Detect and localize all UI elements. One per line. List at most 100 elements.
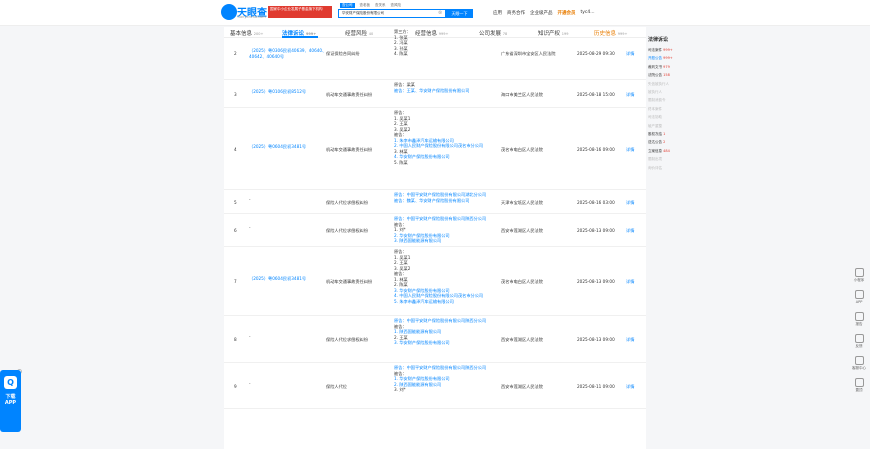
detail-link[interactable]: 详情 [626, 92, 634, 98]
sidebar-item[interactable]: 失信被执行人 [648, 80, 696, 88]
search-tab-relation[interactable]: 查关系 [375, 3, 386, 8]
party-line: 3. 刘* [394, 387, 406, 392]
sidebar-item[interactable]: 限制出境 [648, 155, 696, 163]
table-row: 6 - 保险人代位求偿权纠纷 原告：中国平安财产保险股份有限公司陕西分公司 被告： 1. … [224, 214, 646, 247]
case-number: - [249, 334, 251, 339]
table-row: 7 （2025）粤0604民初3481号 机动车交通事故责任纠纷 原告： 1. 吴某1 2… [224, 247, 646, 316]
sidebar-item[interactable]: 终本案件 [648, 105, 696, 113]
detail-link[interactable]: 详情 [626, 51, 634, 57]
party-line[interactable]: 2. 中国人民财产保险股份有限公司茂名市分公司 [394, 143, 483, 149]
case-number: - [249, 196, 251, 202]
floating-toolbar: 小程序 APP 报告反馈客服中心置顶 [848, 268, 870, 400]
tool-miniprogram[interactable]: 小程序 [848, 268, 870, 290]
sidebar-item[interactable]: 询价评估 [648, 164, 696, 172]
party-line[interactable]: 被告：王某、华安财产保险股份有限公司 [394, 88, 469, 94]
case-number: - [249, 380, 251, 386]
table-row: 2 （2025）粤0306民初40639、40640、40642、40640号 保证… [224, 27, 646, 80]
nav-business[interactable]: 商务合作 [507, 10, 525, 16]
tool-phone[interactable]: APP [848, 290, 870, 312]
case-number[interactable]: （2025）粤0604民初3481号 [249, 276, 327, 282]
detail-link[interactable]: 详情 [626, 279, 634, 285]
case-parties: 原告： 1. 吴某1 2. 王某 3. 吴某2 被告： 1. 朱李市鑫泽汽车运输有限公司 2… [394, 110, 483, 165]
tool-label: 客服中心 [852, 366, 866, 370]
case-number[interactable]: （2025）粤0106民初8512号 [249, 89, 327, 95]
sidebar-item-label: 法院公告 [648, 73, 662, 78]
sidebar-item[interactable]: 司法协助 [648, 113, 696, 121]
party-line[interactable]: 被告：魏某、华安财产保险股份有限公司 [394, 198, 486, 204]
party-line[interactable]: 4. 中国人民财产保险股份有限公司茂名市分公司 [394, 293, 483, 299]
case-number: - [249, 225, 251, 230]
sidebar-item[interactable]: 司法案件 999+ [648, 46, 696, 54]
sidebar-item[interactable]: 法院公告 158 [648, 71, 696, 79]
download-app-banner[interactable]: Q 下载APP [0, 370, 21, 432]
detail-link[interactable]: 详情 [626, 200, 634, 206]
case-cause: 保险人代位 [326, 383, 347, 389]
case-parties: 原告：中国平安财产保险股份有限公司陕西分公司 被告： 1. 华安财产保险股份有限公司… [394, 365, 486, 393]
party-line[interactable]: 3. 陕西国能能源有限公司 [394, 238, 486, 244]
tianyancha-logo-icon[interactable] [221, 4, 237, 20]
detail-link[interactable]: 详情 [626, 228, 634, 234]
sidebar-item-count: 1 [663, 132, 666, 137]
nav-enterprise[interactable]: 企业级产品 [530, 10, 553, 16]
party-line[interactable]: 5. 朱李市鑫泽汽车运输有限公司 [394, 299, 483, 305]
case-number[interactable]: （2025）粤0604民初3481号 [249, 144, 327, 150]
search-tab-risk[interactable]: 查风险 [391, 3, 402, 8]
party-line[interactable]: 原告：中国平安财产保险股份有限公司湖北分公司 [394, 192, 486, 198]
party-line[interactable]: 原告：中国平安财产保险股份有限公司陕西分公司 [394, 318, 486, 324]
legal-sidebar: 法律诉讼 司法案件 999+ 开庭公告 999+ 裁判文书 979 法院公告 158 失… [648, 36, 696, 172]
tool-label: 反馈 [855, 344, 863, 348]
report-icon [854, 312, 864, 321]
sidebar-item[interactable]: 破产重整 [648, 122, 696, 130]
tool-headset[interactable]: 客服中心 [848, 356, 870, 378]
nav-user[interactable]: tyc4... [581, 10, 595, 16]
party-line: 5. 陈某 [394, 159, 408, 165]
party-line[interactable]: 原告：中国平安财产保险股份有限公司陕西分公司 [394, 365, 486, 371]
hearing-date: 2025-08-18 15:00 [577, 91, 615, 97]
detail-link[interactable]: 详情 [626, 384, 634, 390]
tool-report[interactable]: 报告 [848, 312, 870, 334]
search-tab-boss[interactable]: 查老板 [360, 3, 371, 8]
row-number: 9 [234, 383, 237, 389]
detail-link[interactable]: 详情 [626, 337, 634, 343]
hearing-date: 2025-08-13 09:00 [577, 228, 615, 233]
tool-label: 置顶 [855, 388, 863, 392]
court-name: 茂名市电白区人民法院 [501, 146, 543, 152]
sidebar-item-label: 限制出境 [648, 157, 662, 162]
sidebar-item[interactable]: 裁判文书 979 [648, 63, 696, 71]
clear-icon[interactable]: ⊗ [438, 10, 442, 16]
row-number: 3 [234, 91, 237, 97]
court-name: 西安市莲湖区人民法院 [501, 228, 543, 233]
sidebar-item[interactable]: 股权冻结 1 [648, 130, 696, 138]
case-cause: 机动车交通事故责任纠纷 [326, 146, 373, 152]
case-parties: 原告：中国平安财产保险股份有限公司陕西分公司 被告： 1. 刘* 2. 华安财产保险股… [394, 216, 486, 244]
sidebar-item[interactable]: 开庭公告 999+ [648, 54, 696, 62]
sidebar-item-count: 999+ [663, 48, 673, 52]
search-tab-company[interactable]: 查公司 [340, 3, 355, 8]
party-line[interactable]: 3. 华安财产保险股份有限公司 [394, 340, 486, 346]
search-input[interactable]: 华安财产保险股份有限公司 [338, 9, 446, 18]
search-button[interactable]: 天眼一下 [446, 9, 473, 18]
tool-feedback[interactable]: 反馈 [848, 334, 870, 356]
court-name: 茂名市电白区人民法院 [501, 279, 543, 284]
sidebar-item[interactable]: 被执行人 [648, 88, 696, 96]
case-number[interactable]: （2025）粤0306民初40639、40640、40642、40640号 [249, 48, 327, 59]
nav-apps[interactable]: 应用 [493, 10, 502, 16]
tool-top-arrow[interactable]: 置顶 [848, 378, 870, 400]
row-number: 8 [234, 337, 237, 342]
sidebar-title: 法律诉讼 [648, 37, 669, 43]
search-tabs: 查公司 查老板 查关系 查风险 [340, 3, 401, 8]
case-parties: 原告：梁某 被告：王某、华安财产保险股份有限公司 [394, 82, 469, 93]
court-name: 海口市美兰区人民法院 [501, 91, 543, 97]
headset-icon [854, 356, 864, 365]
sidebar-item[interactable]: 送达公告 2 [648, 138, 696, 146]
sidebar-item-count: 484 [663, 148, 670, 153]
sidebar-item[interactable]: 立案信息 484 [648, 147, 696, 155]
detail-link[interactable]: 详情 [626, 147, 634, 153]
hearing-date: 2025-08-13 09:00 [577, 279, 615, 284]
party-line[interactable]: 原告：中国平安财产保险股份有限公司陕西分公司 [394, 216, 486, 222]
sidebar-item-label: 询价评估 [648, 165, 662, 170]
sidebar-item[interactable]: 限制消费令 [648, 96, 696, 104]
promo-banner[interactable]: 国家中小企业发展子基金旗下机构 [268, 6, 332, 18]
nav-vip[interactable]: 开通会员 [558, 10, 576, 16]
sidebar-item-label: 失信被执行人 [648, 81, 669, 86]
